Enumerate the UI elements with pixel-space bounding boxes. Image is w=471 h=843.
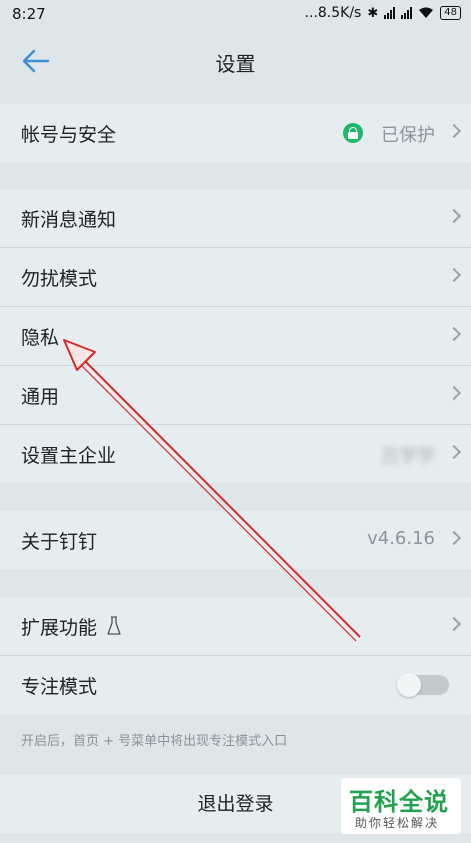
battery-icon: 48 — [440, 6, 461, 20]
watermark-title: 百科全说 — [349, 788, 449, 816]
chevron-right-icon — [446, 444, 462, 460]
settings-item-label: 隐私 — [21, 326, 60, 349]
settings-item-new-message-notification[interactable]: 新消息通知 — [0, 189, 471, 247]
status-time: 8:27 — [12, 5, 46, 23]
chevron-right-icon — [446, 385, 462, 401]
watermark-subtitle: 助你轻松解决 — [355, 816, 440, 830]
focus-mode-hint: 开启后，首页 + 号菜单中将出现专注模式入口 — [21, 734, 288, 749]
version-number: v4.6.16 — [367, 528, 435, 549]
lock-icon — [343, 123, 363, 143]
security-status: 已保护 — [381, 125, 435, 146]
general-settings-group: 新消息通知 勿扰模式 隐私 通用 设置主企业 吕学学 — [0, 189, 471, 483]
settings-item-label: 设置主企业 — [21, 444, 117, 467]
page-title: 设置 — [215, 52, 256, 76]
about-group: 关于钉钉 v4.6.16 — [0, 511, 471, 569]
signal-icon — [384, 7, 396, 19]
primary-enterprise-name: 吕学学 — [381, 446, 435, 467]
focus-mode-toggle[interactable] — [397, 673, 449, 697]
settings-item-label: 通用 — [21, 385, 60, 408]
settings-item-label: 专注模式 — [21, 675, 98, 698]
settings-item-about[interactable]: 关于钉钉 v4.6.16 — [0, 511, 471, 569]
chevron-right-icon — [446, 208, 462, 224]
chevron-right-icon — [446, 326, 462, 342]
watermark-logo: 百科全说 助你轻松解决 — [341, 778, 461, 834]
settings-item-label: 帐号与安全 — [21, 123, 117, 146]
settings-item-do-not-disturb[interactable]: 勿扰模式 — [0, 247, 471, 306]
settings-item-label: 新消息通知 — [21, 208, 117, 231]
flask-icon — [107, 616, 121, 635]
chevron-right-icon — [446, 616, 462, 632]
settings-item-label: 勿扰模式 — [21, 267, 98, 290]
status-bar: 8:27 ...8.5K/s ✱ 48 — [0, 0, 471, 28]
extensions-group: 扩展功能 专注模式 — [0, 597, 471, 714]
settings-item-label: 扩展功能 — [21, 616, 98, 639]
settings-item-general[interactable]: 通用 — [0, 365, 471, 424]
status-right: ...8.5K/s ✱ 48 — [305, 5, 461, 21]
signal-icon-2 — [401, 7, 413, 19]
settings-item-primary-enterprise[interactable]: 设置主企业 吕学学 — [0, 424, 471, 483]
settings-item-privacy[interactable]: 隐私 — [0, 306, 471, 365]
wifi-icon — [419, 7, 434, 18]
settings-item-extensions[interactable]: 扩展功能 — [0, 597, 471, 655]
account-group: 帐号与安全 已保护 — [0, 104, 471, 162]
settings-item-label: 关于钉钉 — [21, 530, 98, 553]
settings-item-account-security[interactable]: 帐号与安全 已保护 — [0, 104, 471, 162]
chevron-right-icon — [446, 123, 462, 139]
network-speed: ...8.5K/s — [304, 5, 362, 21]
settings-item-focus-mode: 专注模式 — [0, 655, 471, 714]
bluetooth-icon: ✱ — [367, 5, 379, 21]
chevron-right-icon — [446, 267, 462, 283]
app-header: 设置 — [0, 28, 471, 93]
chevron-right-icon — [446, 530, 462, 546]
